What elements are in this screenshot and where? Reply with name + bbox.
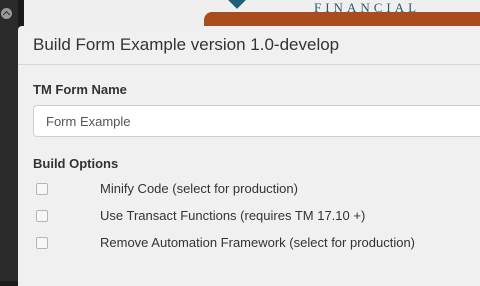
build-form-modal: Build Form Example version 1.0-develop T… [18, 26, 480, 286]
option-transact-functions[interactable]: Use Transact Functions (requires TM 17.1… [33, 202, 480, 229]
form-name-label: TM Form Name [33, 82, 127, 97]
form-name-input[interactable] [33, 105, 480, 137]
remove-automation-checkbox[interactable] [36, 237, 48, 249]
option-minify-code[interactable]: Minify Code (select for production) [33, 175, 480, 202]
left-rail [0, 0, 18, 281]
brand-logo-icon [227, 0, 247, 9]
modal-header: Build Form Example version 1.0-develop [18, 26, 480, 65]
build-options-list: Minify Code (select for production) Use … [33, 175, 480, 256]
chevron-up-icon[interactable] [1, 8, 12, 19]
modal-body: TM Form Name Build Options Minify Code (… [18, 65, 480, 256]
minify-code-checkbox[interactable] [36, 183, 48, 195]
build-options-label: Build Options [33, 156, 119, 171]
transact-functions-checkbox[interactable] [36, 210, 48, 222]
option-label: Remove Automation Framework (select for … [100, 235, 416, 250]
option-remove-automation[interactable]: Remove Automation Framework (select for … [33, 229, 480, 256]
option-label: Minify Code (select for production) [100, 181, 298, 196]
modal-title: Build Form Example version 1.0-develop [33, 35, 340, 54]
app-header: FINANCIAL [24, 0, 480, 28]
option-label: Use Transact Functions (requires TM 17.1… [100, 208, 366, 223]
